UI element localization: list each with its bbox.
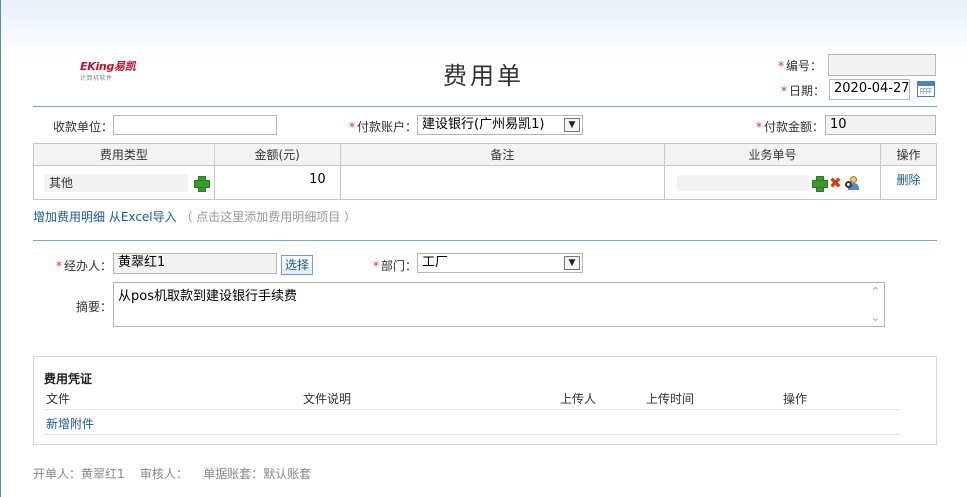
- date-label: * 日期：: [781, 84, 826, 98]
- account-select[interactable]: 建设银行(广州易凯1) ▼: [417, 115, 583, 135]
- footer-info: 开单人：黄翠红1 审核人： 单据账套：默认账套: [33, 465, 311, 482]
- payee-label: 收款单位：: [53, 120, 114, 134]
- voucher-title: 费用凭证: [44, 372, 93, 386]
- required-mark: *: [373, 259, 379, 273]
- required-mark: *: [756, 120, 762, 134]
- add-detail-link[interactable]: 增加费用明细: [33, 210, 105, 224]
- amount-cell-value[interactable]: 10: [215, 172, 340, 187]
- reviewer-text: 审核人：: [139, 467, 188, 481]
- number-field[interactable]: [828, 54, 936, 76]
- handler-field[interactable]: 黄翠红1: [113, 253, 277, 274]
- type-field[interactable]: 其他: [44, 173, 188, 192]
- col-header-business-no: 业务单号: [664, 143, 882, 166]
- required-mark: *: [781, 84, 787, 98]
- cell-business-no: ✖: [664, 165, 882, 200]
- voucher-header-divider: [44, 409, 900, 410]
- col-header-amount: 金额(元): [213, 143, 341, 166]
- date-field[interactable]: 2020-04-27: [829, 79, 910, 100]
- calendar-icon[interactable]: [917, 81, 935, 97]
- table-header-row: 费用类型 金额(元) 备注 业务单号 操作: [33, 143, 937, 166]
- amount-field[interactable]: 10: [825, 115, 936, 135]
- cell-type: 其他: [33, 165, 215, 200]
- scroll-up-icon[interactable]: ⌃: [871, 285, 880, 298]
- creator-text: 开单人：黄翠红1: [33, 467, 125, 481]
- col-header-action: 操作: [880, 143, 937, 166]
- add-type-icon[interactable]: [193, 175, 210, 192]
- table-links: 增加费用明细 从Excel导入 （ 点击这里添加费用明细项目 ）: [33, 208, 356, 225]
- ledger-text: 单据账套：默认账套: [203, 467, 312, 481]
- cell-action: 删除: [880, 165, 937, 200]
- import-excel-link[interactable]: 从Excel导入: [109, 210, 177, 224]
- number-label: * 编号：: [778, 59, 823, 73]
- section-divider: [33, 240, 937, 241]
- account-label: * 付款账户：: [349, 120, 418, 134]
- voucher-col-desc: 文件说明: [303, 392, 352, 406]
- account-select-value: 建设银行(广州易凯1): [422, 117, 545, 132]
- lookup-icon[interactable]: [844, 175, 861, 191]
- voucher-bottom-divider: [44, 434, 900, 435]
- scroll-down-icon[interactable]: ⌄: [871, 311, 880, 324]
- cell-amount: 10: [213, 165, 341, 200]
- table-row: 其他 10 ✖ 删除: [33, 165, 937, 200]
- required-mark: *: [778, 59, 784, 73]
- header-divider: [33, 106, 937, 107]
- voucher-col-file: 文件: [46, 392, 71, 406]
- add-detail-hint: （ 点击这里添加费用明细项目 ）: [180, 210, 357, 224]
- cell-remark[interactable]: [339, 165, 666, 200]
- add-attachment-link[interactable]: 新增附件: [46, 415, 94, 432]
- business-no-field[interactable]: [677, 174, 810, 191]
- chevron-down-icon[interactable]: ▼: [564, 118, 580, 132]
- handler-label: * 经办人：: [56, 259, 113, 273]
- payee-field[interactable]: [113, 115, 277, 135]
- summary-text: 从pos机取款到建设银行手续费: [118, 289, 297, 304]
- add-business-icon[interactable]: [812, 175, 829, 192]
- chevron-down-icon[interactable]: ▼: [564, 256, 580, 270]
- col-header-type: 费用类型: [33, 143, 215, 166]
- summary-label: 摘要：: [76, 300, 113, 314]
- dept-label: * 部门：: [373, 259, 418, 273]
- required-mark: *: [56, 259, 62, 273]
- dept-select-value: 工厂: [422, 255, 449, 270]
- summary-textarea[interactable]: 从pos机取款到建设银行手续费 ⌃ ⌄: [113, 282, 885, 327]
- expense-table: 费用类型 金额(元) 备注 业务单号 操作 其他 10 ✖ 删除: [33, 143, 937, 200]
- summary-scrollbar[interactable]: ⌃ ⌄: [867, 283, 884, 326]
- required-mark: *: [349, 120, 355, 134]
- amount-label: * 付款金额：: [756, 120, 825, 134]
- voucher-col-action: 操作: [783, 392, 808, 406]
- voucher-panel: 费用凭证 文件 文件说明 上传人 上传时间 操作 新增附件: [33, 356, 937, 445]
- delete-row-link[interactable]: 删除: [897, 173, 921, 187]
- voucher-col-uploader: 上传人: [560, 392, 597, 406]
- voucher-col-upload-time: 上传时间: [646, 392, 695, 406]
- select-handler-button[interactable]: 选择: [281, 255, 314, 275]
- clear-icon[interactable]: ✖: [829, 175, 842, 190]
- col-header-remark: 备注: [339, 143, 666, 166]
- dept-select[interactable]: 工厂 ▼: [417, 253, 583, 273]
